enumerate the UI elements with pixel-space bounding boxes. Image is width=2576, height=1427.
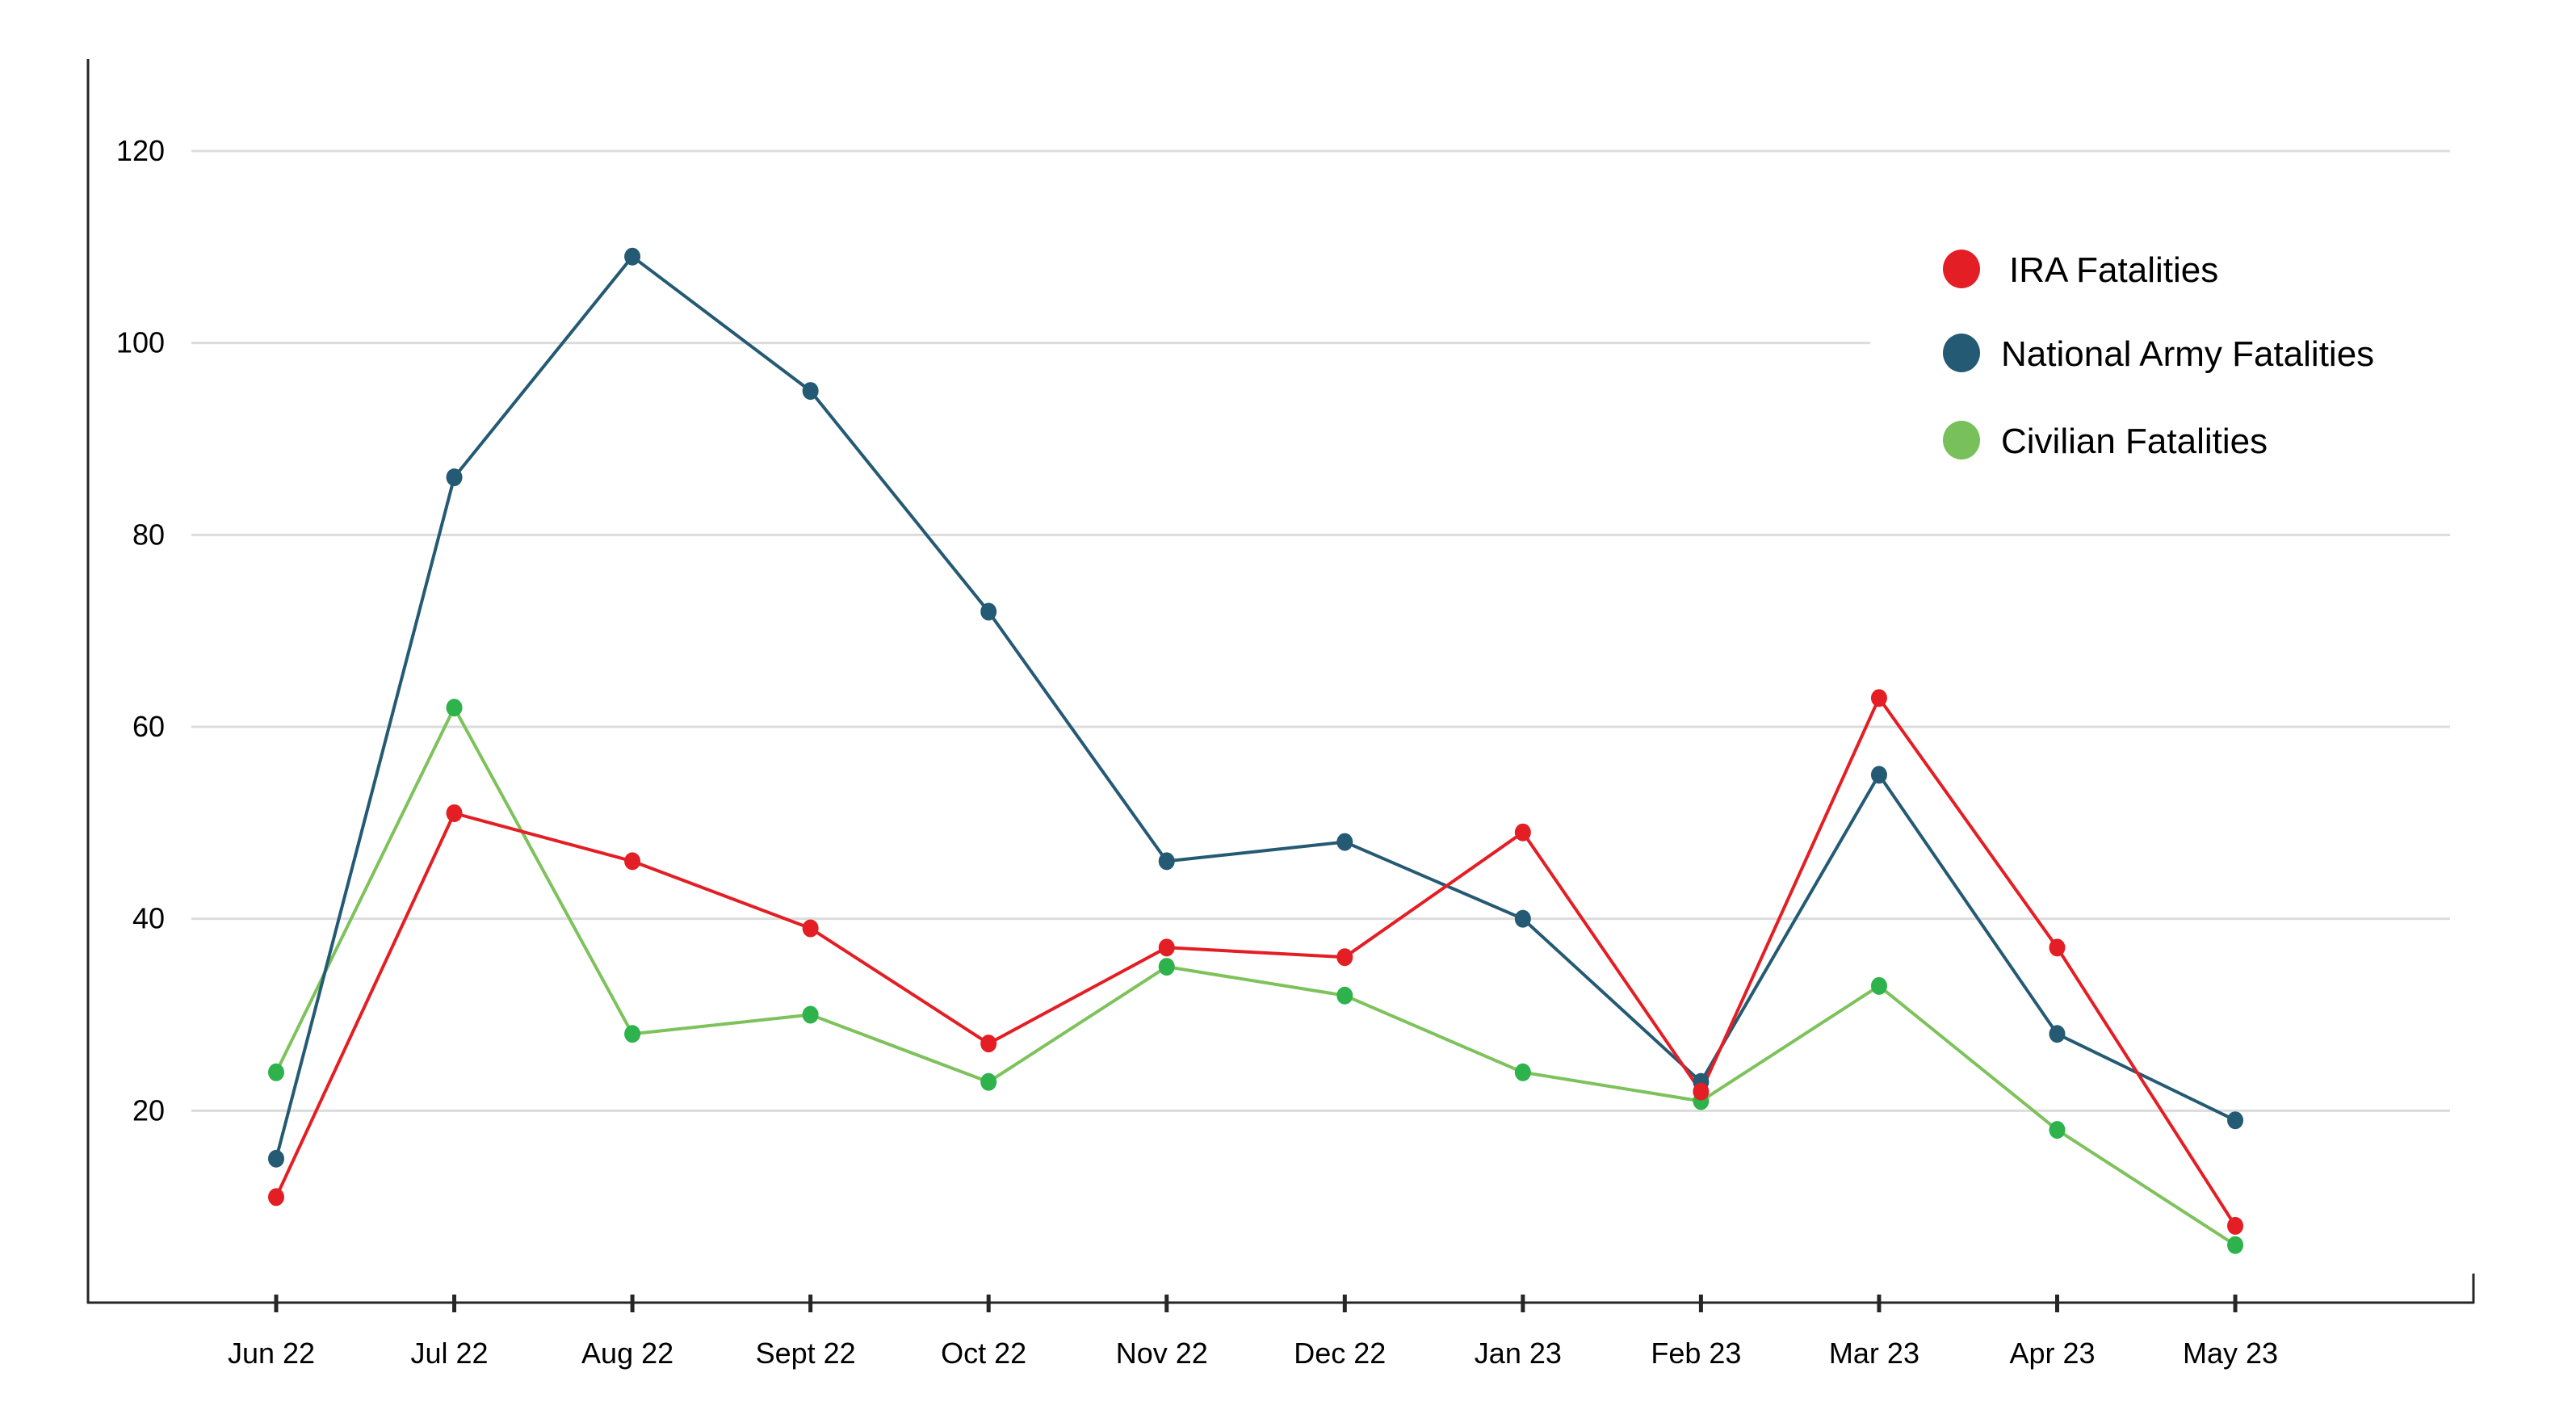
x-tick-label: Apr 23 bbox=[2009, 1337, 2095, 1370]
data-point-ira-fatalities bbox=[624, 852, 641, 871]
legend-label: National Army Fatalities bbox=[2001, 334, 2374, 374]
x-tick-label: May 23 bbox=[2183, 1337, 2278, 1370]
data-point-ira-fatalities bbox=[802, 919, 819, 938]
x-tick-label: Dec 22 bbox=[1294, 1337, 1386, 1370]
x-tick-label: Nov 22 bbox=[1116, 1337, 1208, 1370]
data-point-ira-fatalities bbox=[268, 1188, 284, 1207]
data-point-civilian-fatalities bbox=[1158, 958, 1175, 976]
legend-swatch-icon bbox=[1943, 250, 1980, 288]
data-point-ira-fatalities bbox=[1693, 1082, 1710, 1101]
series-line-national-army-fatalities bbox=[275, 254, 2236, 1160]
line-chart: 20 40 60 80 100 120 Jun 22 Jul 22 Aug 22 Sept 22… bbox=[86, 59, 2475, 1370]
data-point-civilian-fatalities bbox=[1514, 1063, 1531, 1081]
data-point-ira-fatalities bbox=[446, 804, 463, 822]
legend-item: National Army Fatalities bbox=[1943, 334, 2374, 374]
legend-swatch-icon bbox=[1943, 334, 1980, 372]
x-tick-label: Feb 23 bbox=[1651, 1337, 1741, 1370]
data-point-civilian-fatalities bbox=[2227, 1236, 2244, 1254]
legend-label: Civilian Fatalities bbox=[2001, 422, 2268, 461]
y-tick-label: 40 bbox=[132, 902, 165, 935]
legend: IRA Fatalities National Army Fatalities Ci… bbox=[1943, 250, 2374, 461]
x-tick-label: Sept 22 bbox=[756, 1337, 856, 1370]
data-point-ira-fatalities bbox=[1870, 689, 1887, 707]
axes bbox=[86, 59, 2475, 1304]
data-point-national-army-fatalities bbox=[1870, 766, 1887, 784]
x-tick-label: Oct 22 bbox=[941, 1337, 1026, 1370]
x-tick-label: Jul 22 bbox=[411, 1337, 489, 1370]
data-point-civilian-fatalities bbox=[1870, 976, 1887, 995]
y-tick-label: 60 bbox=[132, 710, 165, 743]
data-point-civilian-fatalities bbox=[1336, 986, 1353, 1005]
data-point-ira-fatalities bbox=[980, 1035, 997, 1053]
data-point-civilian-fatalities bbox=[980, 1072, 997, 1091]
x-tick-label: Jun 22 bbox=[228, 1337, 315, 1370]
data-point-ira-fatalities bbox=[1158, 938, 1175, 957]
data-point-national-army-fatalities bbox=[802, 382, 819, 401]
data-point-ira-fatalities bbox=[2049, 938, 2066, 957]
data-point-civilian-fatalities bbox=[2049, 1121, 2066, 1140]
data-point-national-army-fatalities bbox=[1336, 833, 1353, 851]
y-tick-label: 80 bbox=[132, 518, 165, 551]
data-point-national-army-fatalities bbox=[1158, 852, 1175, 871]
x-tick-label: Mar 23 bbox=[1829, 1337, 1919, 1370]
legend-item: Civilian Fatalities bbox=[1943, 421, 2268, 461]
legend-item: IRA Fatalities bbox=[1943, 250, 2218, 290]
data-point-national-army-fatalities bbox=[446, 468, 463, 487]
y-tick-label: 20 bbox=[132, 1093, 165, 1127]
data-point-civilian-fatalities bbox=[802, 1005, 819, 1024]
data-point-civilian-fatalities bbox=[268, 1063, 284, 1081]
legend-swatch-icon bbox=[1943, 421, 1980, 460]
data-point-civilian-fatalities bbox=[446, 699, 463, 717]
x-tick-label: Aug 22 bbox=[581, 1337, 673, 1370]
data-point-national-army-fatalities bbox=[268, 1149, 284, 1168]
y-tick-labels: 20 40 60 80 100 120 bbox=[116, 134, 165, 1127]
data-point-national-army-fatalities bbox=[624, 247, 641, 266]
data-point-ira-fatalities bbox=[1514, 823, 1531, 842]
legend-label: IRA Fatalities bbox=[2009, 250, 2218, 290]
x-tick-label: Jan 23 bbox=[1475, 1337, 1562, 1370]
series-line-ira-fatalities bbox=[275, 696, 2237, 1227]
y-tick-label: 100 bbox=[116, 326, 165, 359]
data-point-ira-fatalities bbox=[1336, 948, 1353, 967]
data-point-national-army-fatalities bbox=[2227, 1111, 2244, 1130]
data-point-ira-fatalities bbox=[2227, 1216, 2244, 1235]
gridlines bbox=[191, 149, 2450, 1112]
data-point-national-army-fatalities bbox=[2049, 1025, 2066, 1043]
series bbox=[268, 247, 2244, 1254]
x-ticks: Jun 22 Jul 22 Aug 22 Sept 22 Oct 22 Nov 22 Dec… bbox=[228, 1295, 2278, 1370]
y-tick-label: 120 bbox=[116, 134, 165, 167]
data-point-national-army-fatalities bbox=[980, 602, 997, 621]
data-point-civilian-fatalities bbox=[624, 1025, 641, 1043]
data-point-national-army-fatalities bbox=[1514, 909, 1531, 928]
